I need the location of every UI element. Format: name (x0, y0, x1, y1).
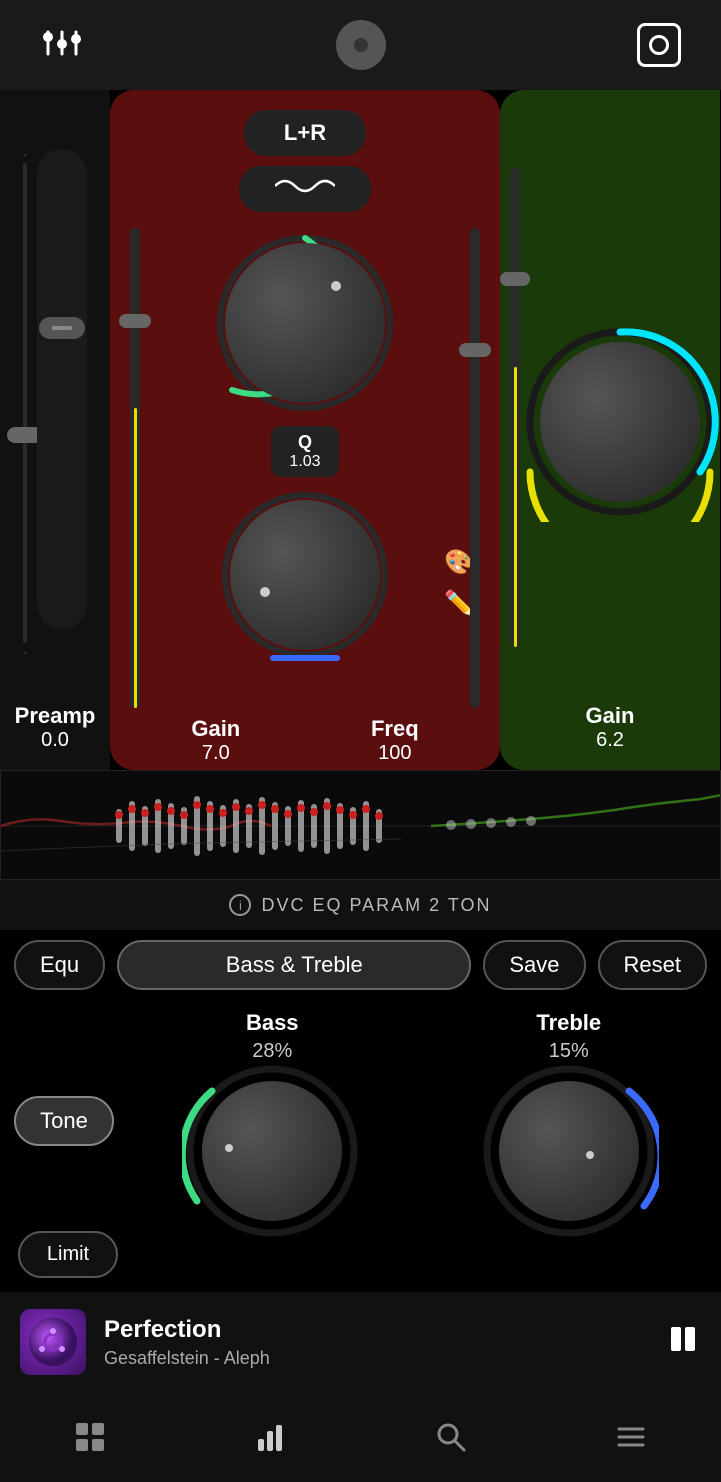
panel-fader-2[interactable] (459, 343, 491, 357)
nav-bars[interactable] (254, 1421, 286, 1453)
track-title: Perfection (104, 1316, 647, 1344)
preamp-label: Preamp (15, 703, 96, 729)
right-knob-container[interactable] (530, 332, 710, 512)
lr-button[interactable]: L+R (244, 110, 366, 156)
bass-area: Bass 28% (134, 1010, 411, 1231)
nav-menu[interactable] (615, 1421, 647, 1453)
center-eq-panel: L+R (110, 90, 500, 770)
album-art (20, 1309, 86, 1375)
now-playing-bar: Perfection Gesaffelstein - Aleph (0, 1292, 721, 1392)
freq-label: Freq (371, 716, 419, 742)
panel-fader-1[interactable] (119, 314, 151, 328)
track-info: Perfection Gesaffelstein - Aleph (104, 1316, 647, 1369)
right-gain-value: 6.2 (586, 729, 635, 752)
mixer-icon[interactable] (40, 26, 84, 65)
pause-button[interactable] (665, 1321, 701, 1364)
right-eq-panel: Gain 6.2 (500, 90, 720, 770)
right-fader[interactable] (500, 272, 530, 286)
bass-label: Bass (246, 1010, 299, 1036)
button-row: Equ Bass & Treble Save Reset (0, 930, 721, 1000)
bass-knob-container[interactable] (192, 1071, 352, 1231)
freq-value: 100 (378, 742, 411, 765)
bass-treble-button[interactable]: Bass & Treble (117, 940, 471, 990)
nav-search[interactable] (435, 1421, 467, 1453)
gain-knob[interactable] (225, 243, 385, 403)
eq-info-bar: i DVC EQ PARAM 2 TON (0, 880, 721, 930)
reset-button[interactable]: Reset (598, 940, 707, 990)
treble-area: Treble 15% (431, 1010, 708, 1231)
treble-value: 15% (549, 1040, 589, 1063)
eq-area: - - Preamp 0.0 L+R (0, 90, 721, 770)
top-knob-container[interactable] (220, 238, 390, 408)
tone-section: Tone Bass 28% Treble 15% (0, 1000, 721, 1292)
bottom-nav (0, 1392, 721, 1482)
nav-grid[interactable] (74, 1421, 106, 1453)
track-artist: Gesaffelstein - Aleph (104, 1348, 647, 1369)
save-button[interactable]: Save (483, 940, 585, 990)
preamp-value: 0.0 (15, 729, 96, 752)
eq-curve (0, 770, 721, 880)
treble-knob-container[interactable] (489, 1071, 649, 1231)
surround-icon[interactable] (637, 23, 681, 67)
equ-button[interactable]: Equ (14, 940, 105, 990)
bass-value: 28% (252, 1040, 292, 1063)
eq-info-text: DVC EQ PARAM 2 TON (261, 895, 491, 916)
treble-label: Treble (536, 1010, 601, 1036)
freq-knob-container[interactable] (225, 495, 385, 655)
q-display: Q 1.03 (271, 426, 338, 477)
limit-button[interactable]: Limit (18, 1231, 118, 1278)
gain-value: 7.0 (202, 742, 230, 765)
wave-button[interactable] (239, 166, 371, 212)
record-button[interactable] (336, 20, 386, 70)
preamp-strip: - - Preamp 0.0 (0, 90, 110, 770)
top-bar (0, 0, 721, 90)
gain-label: Gain (191, 716, 240, 742)
bass-knob[interactable] (202, 1081, 342, 1221)
tone-button[interactable]: Tone (14, 1096, 114, 1146)
treble-knob[interactable] (499, 1081, 639, 1221)
right-gain-label: Gain (586, 703, 635, 729)
freq-knob[interactable] (230, 500, 380, 650)
preamp-fader[interactable] (39, 317, 85, 339)
info-icon: i (229, 894, 251, 916)
